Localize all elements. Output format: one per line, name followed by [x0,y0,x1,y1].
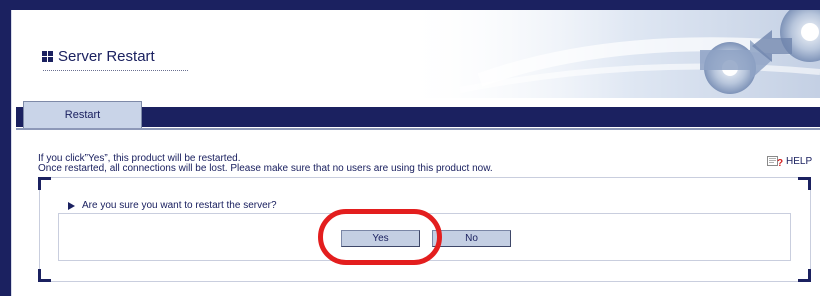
yes-button[interactable]: Yes [341,230,420,247]
help-book-icon: ? [767,156,783,167]
title-underline [43,70,188,71]
no-button[interactable]: No [432,230,511,247]
left-border-inner [11,10,15,296]
confirm-question-text: Are you sure you want to restart the ser… [82,200,277,211]
left-border-bar [0,0,11,296]
info-text: If you click”Yes”, this product will be … [38,154,493,174]
panel-corner-bottom-right [798,269,811,282]
panel-corner-top-right [798,177,811,190]
svg-text:?: ? [777,158,783,167]
confirm-question: Are you sure you want to restart the ser… [68,200,277,211]
info-line-2: Once restarted, all connections will be … [38,163,493,174]
panel-corner-bottom-left [38,269,51,282]
tab-bar-underline [16,128,820,130]
page-header: Server Restart [16,10,820,98]
page-title-text: Server Restart [58,48,155,65]
panel-corner-top-left [38,177,51,190]
help-label: HELP [786,155,813,167]
tab-restart[interactable]: Restart [23,101,142,128]
triangle-right-icon [68,201,75,210]
top-border-bar [0,0,820,10]
help-link[interactable]: ? HELP [767,155,812,167]
answer-box [58,213,791,261]
header-decoration-art [400,10,820,98]
page-title: Server Restart [42,48,155,65]
grid-icon [42,51,53,62]
